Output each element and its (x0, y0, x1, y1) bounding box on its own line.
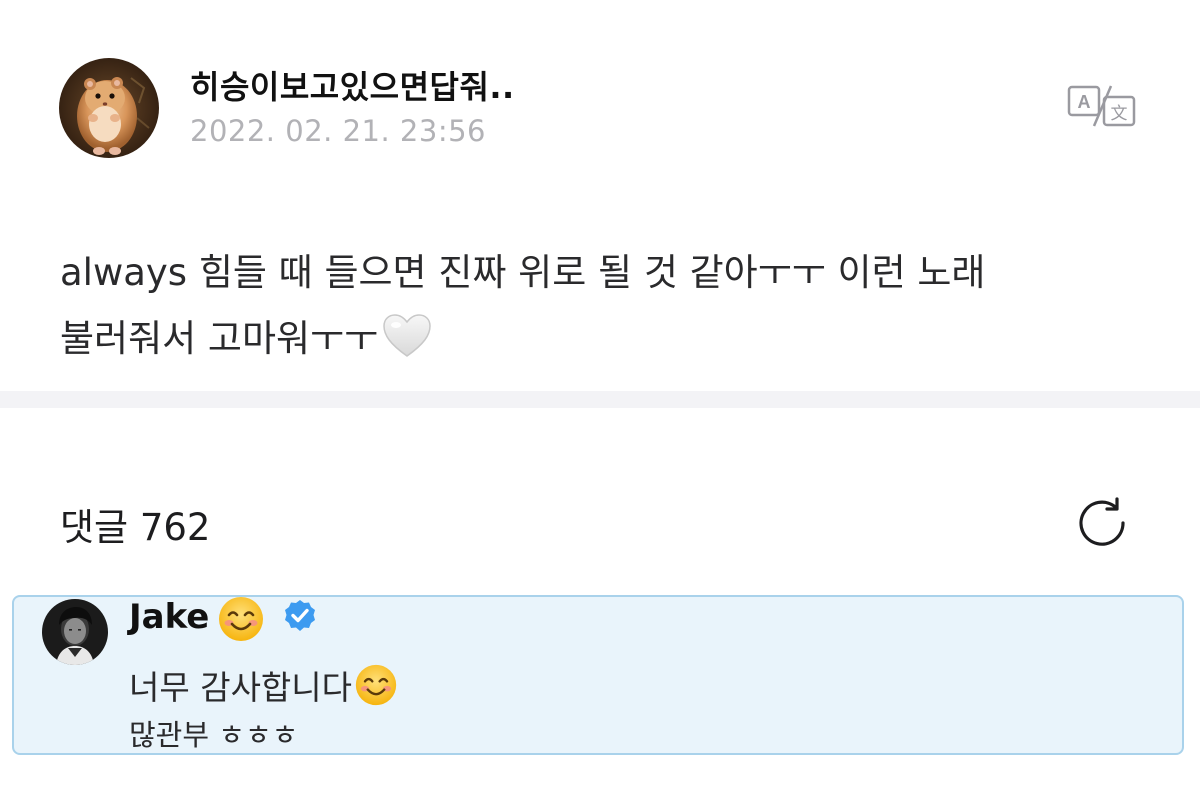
comment-count: 댓글 762 (60, 506, 211, 549)
post-screen: 히승이보고있으면답줘.. 2022. 02. 21. 23:56 A 文 alw… (0, 0, 1200, 788)
comment-text-line: 너무 감사합니다 (129, 668, 353, 707)
author-avatar[interactable] (59, 58, 159, 158)
svg-text:文: 文 (1111, 104, 1128, 124)
refresh-button[interactable] (1073, 494, 1131, 552)
featured-comment[interactable]: Jake 너무 감사합니다 많관부 ㅎㅎㅎ (12, 595, 1184, 755)
author-name[interactable]: 히승이보고있으면답줘.. (190, 62, 515, 108)
comment-text: 너무 감사합니다 (129, 663, 398, 708)
section-divider (0, 391, 1200, 408)
post-body: always 힘들 때 들으면 진짜 위로 될 것 같아ㅜㅜ 이런 노래 불러줘… (60, 240, 1140, 372)
comment-text-line: 많관부 ㅎㅎㅎ (129, 718, 299, 752)
translate-button[interactable]: A 文 (1066, 84, 1138, 128)
jake-avatar-image (42, 599, 108, 665)
post-body-line: always 힘들 때 들으면 진짜 위로 될 것 같아ㅜㅜ 이런 노래 (60, 251, 986, 294)
smiling-face-icon (354, 663, 398, 707)
smiling-face-icon (217, 595, 265, 643)
post-body-text: 불러줘서 고마워ㅜㅜ (60, 317, 379, 360)
post-date: 2022. 02. 21. 23:56 (190, 114, 486, 148)
commenter-avatar[interactable] (42, 599, 108, 665)
verified-badge-icon (282, 598, 318, 634)
commenter-name[interactable]: Jake (129, 597, 209, 637)
hamster-avatar-image (59, 58, 159, 158)
post-body-line: 불러줘서 고마워ㅜㅜ (60, 306, 1140, 372)
refresh-icon (1079, 497, 1125, 546)
white-heart-icon (382, 313, 432, 359)
translate-icon: A 文 (1067, 85, 1136, 127)
svg-text:A: A (1078, 92, 1091, 112)
